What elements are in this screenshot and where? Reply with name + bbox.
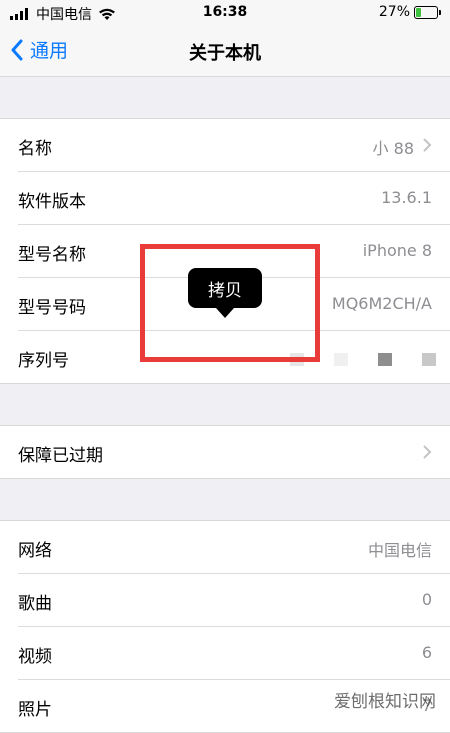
network-value: 中国电信: [367, 541, 432, 560]
row-label: 软件版本: [18, 192, 86, 212]
copy-tooltip-button[interactable]: 拷贝: [188, 268, 262, 318]
row-network: 网络 中国电信: [18, 521, 450, 574]
videos-value: 6: [421, 643, 432, 662]
navigation-bar: 通用 关于本机: [0, 26, 450, 77]
row-label: 保障已过期: [18, 446, 103, 466]
row-coverage-expired[interactable]: 保障已过期: [18, 426, 450, 478]
row-label: 照片: [18, 700, 52, 720]
row-videos: 视频 6: [18, 627, 450, 680]
row-software-version: 软件版本 13.6.1: [18, 172, 450, 225]
row-songs: 歌曲 0: [18, 574, 450, 627]
row-label: 型号名称: [18, 245, 86, 265]
row-label: 名称: [18, 139, 52, 159]
coverage-group: 保障已过期: [0, 425, 450, 479]
row-name[interactable]: 名称 小 88: [18, 119, 450, 172]
watermark-text: 爱刨根知识网: [334, 692, 436, 712]
status-bar: 中国电信 16:38 27%: [0, 0, 450, 26]
battery-icon: [414, 5, 441, 19]
row-label: 网络: [18, 541, 52, 561]
row-label: 歌曲: [18, 594, 52, 614]
device-name-value: 小 88: [372, 139, 414, 158]
row-label: 视频: [18, 647, 52, 667]
page-title: 关于本机: [189, 43, 261, 64]
chevron-right-icon: [423, 445, 432, 459]
software-version-value: 13.6.1: [381, 188, 432, 207]
row-label: 型号号码: [18, 298, 86, 318]
model-name-value: iPhone 8: [362, 241, 432, 260]
model-number-value[interactable]: MQ6M2CH/A: [332, 294, 432, 313]
chevron-right-icon: [423, 138, 432, 152]
row-label: 序列号: [18, 351, 69, 371]
battery-percent: 27%: [378, 4, 410, 20]
songs-value: 0: [421, 590, 432, 609]
